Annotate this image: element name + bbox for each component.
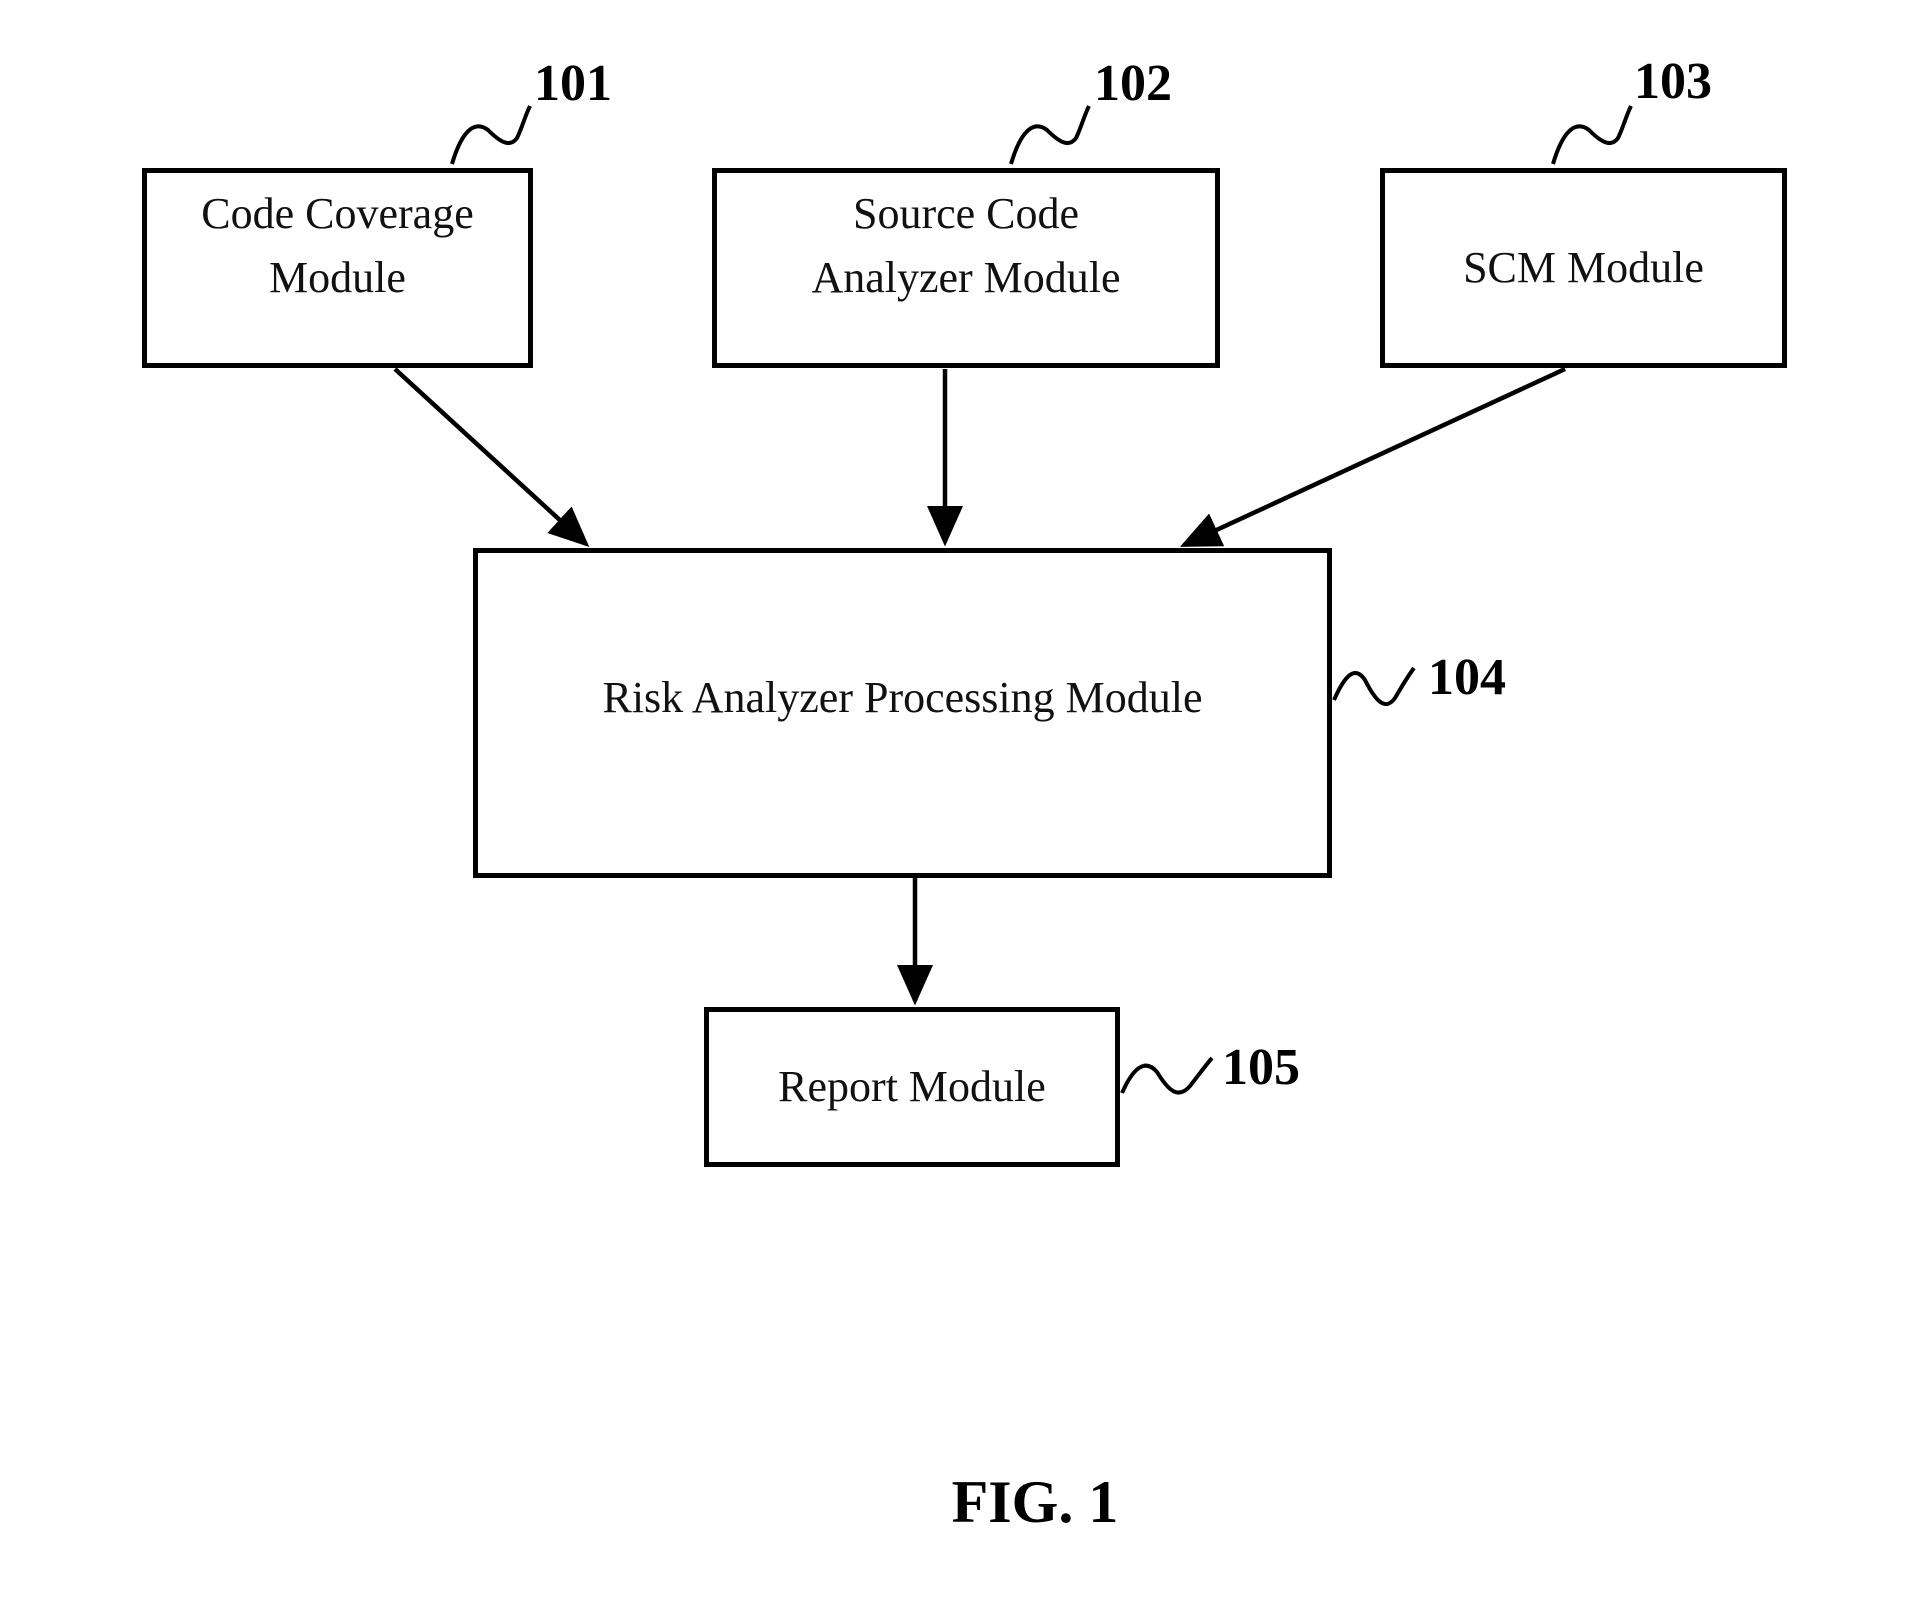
source-code-analyzer-module-label: Source Code Analyzer Module <box>811 189 1121 302</box>
leader-line-101 <box>450 105 532 165</box>
ref-label-102: 102 <box>1094 55 1172 112</box>
ref-label-104: 104 <box>1428 649 1506 706</box>
scm-module-label: SCM Module <box>1463 243 1704 292</box>
report-module-box: Report Module <box>704 1007 1120 1167</box>
code-coverage-module-box: Code Coverage Module <box>142 168 533 368</box>
leader-line-105 <box>1120 1056 1214 1095</box>
scm-module-box: SCM Module <box>1380 168 1787 368</box>
leader-line-104 <box>1332 666 1416 706</box>
ref-label-101: 101 <box>534 55 612 112</box>
leader-line-102 <box>1009 105 1091 165</box>
risk-analyzer-processing-module-label: Risk Analyzer Processing Module <box>602 673 1203 722</box>
leader-line-103 <box>1551 105 1633 165</box>
ref-label-103: 103 <box>1634 53 1712 110</box>
ref-label-105: 105 <box>1222 1039 1300 1096</box>
source-code-analyzer-module-box: Source Code Analyzer Module <box>712 168 1220 368</box>
arrow-103-to-104 <box>1179 366 1566 548</box>
code-coverage-module-label: Code Coverage Module <box>201 189 474 302</box>
arrow-101-to-104 <box>393 367 590 548</box>
report-module-label: Report Module <box>778 1062 1046 1111</box>
risk-analyzer-processing-module-box: Risk Analyzer Processing Module <box>473 548 1332 878</box>
figure-caption: FIG. 1 <box>951 1469 1119 1535</box>
